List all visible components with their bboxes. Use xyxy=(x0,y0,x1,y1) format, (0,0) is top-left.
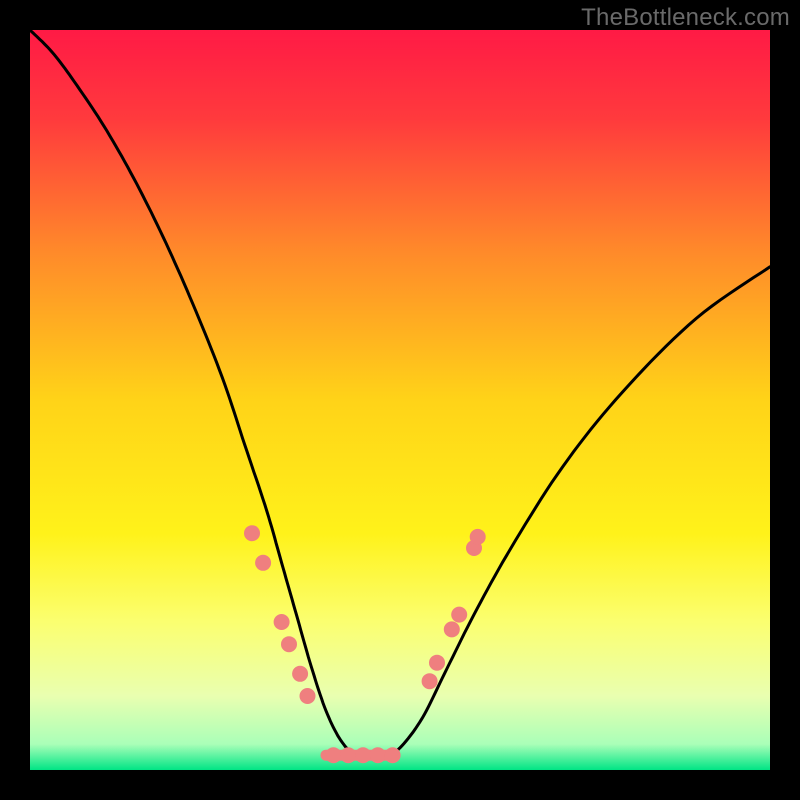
curve-marker xyxy=(429,655,445,671)
curve-marker xyxy=(340,747,356,763)
curve-marker xyxy=(300,688,316,704)
curve-marker xyxy=(370,747,386,763)
curve-marker xyxy=(281,636,297,652)
curve-marker xyxy=(292,666,308,682)
curve-marker xyxy=(444,621,460,637)
gradient-background xyxy=(30,30,770,770)
curve-marker xyxy=(355,747,371,763)
curve-marker xyxy=(244,525,260,541)
chart-canvas xyxy=(30,30,770,770)
curve-marker xyxy=(422,673,438,689)
chart-frame xyxy=(30,30,770,770)
curve-marker xyxy=(385,747,401,763)
watermark-text: TheBottleneck.com xyxy=(581,4,790,32)
curve-marker xyxy=(255,555,271,571)
curve-marker xyxy=(470,529,486,545)
curve-marker xyxy=(325,747,341,763)
curve-marker xyxy=(274,614,290,630)
curve-marker xyxy=(451,607,467,623)
